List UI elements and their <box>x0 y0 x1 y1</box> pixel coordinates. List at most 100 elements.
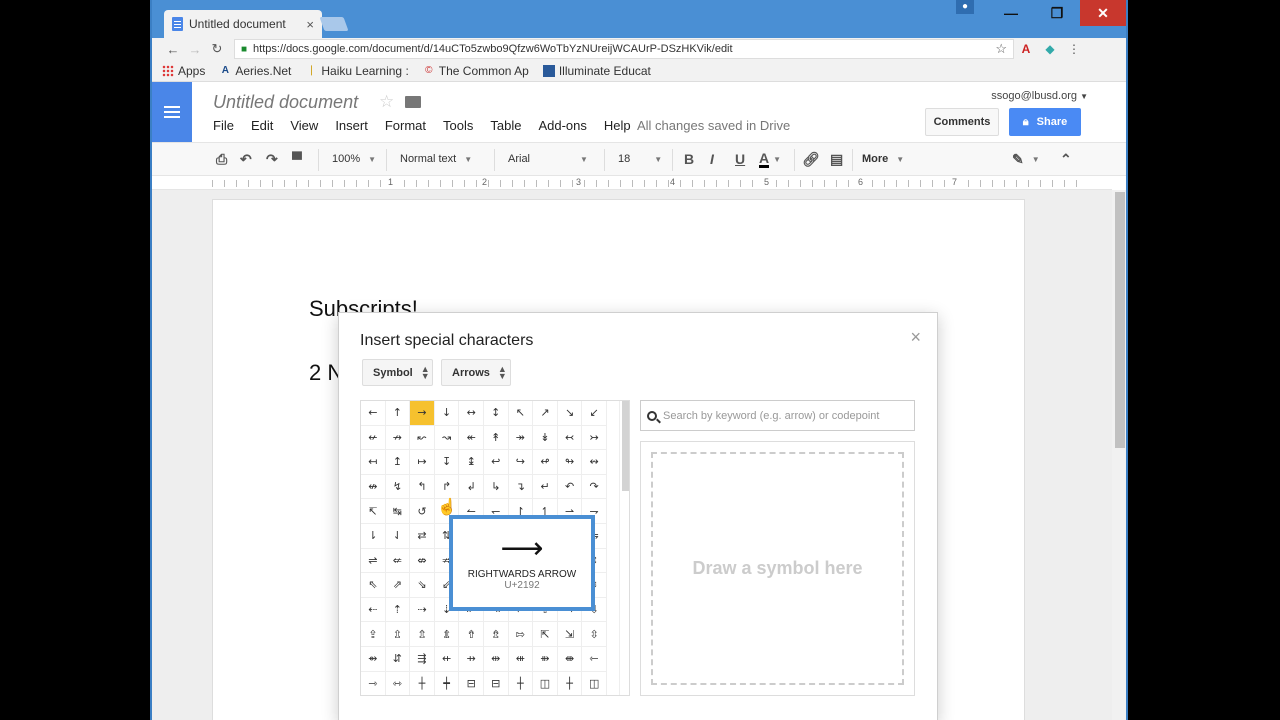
character-cell[interactable]: ↭ <box>582 450 607 475</box>
character-cell[interactable]: ⇘ <box>410 573 435 598</box>
character-cell[interactable]: ⇰ <box>508 622 534 647</box>
character-cell[interactable]: ↸ <box>361 499 386 524</box>
character-cell[interactable]: ⇷ <box>434 646 460 672</box>
menu-help[interactable]: Help <box>604 118 631 133</box>
character-cell[interactable]: ↛ <box>385 425 411 451</box>
print-icon[interactable]: ⎙ <box>216 143 227 175</box>
menu-format[interactable]: Format <box>385 118 426 133</box>
menu-view[interactable]: View <box>290 118 318 133</box>
character-cell[interactable]: ↱ <box>434 474 460 500</box>
reload-icon[interactable]: ↻ <box>206 41 228 57</box>
paint-format-icon[interactable]: ▀ <box>292 143 302 175</box>
pdf-extension-icon[interactable]: A <box>1014 42 1038 56</box>
character-cell[interactable]: ↨ <box>459 450 484 475</box>
character-cell[interactable]: ↬ <box>557 450 583 475</box>
character-cell[interactable]: ⇂ <box>361 523 386 549</box>
character-cell[interactable]: ⇴ <box>361 646 386 672</box>
character-cell[interactable]: ↖ <box>508 401 534 426</box>
character-cell[interactable]: ↚ <box>361 425 386 451</box>
character-cell[interactable]: ⇡ <box>385 597 411 623</box>
character-cell[interactable]: ⇠ <box>361 597 386 623</box>
italic-button[interactable]: I <box>710 143 714 175</box>
character-cell[interactable]: ↡ <box>533 425 558 451</box>
character-cell[interactable]: ↰ <box>410 474 435 500</box>
character-cell[interactable]: ↤ <box>361 450 386 475</box>
menu-file[interactable]: File <box>213 118 234 133</box>
character-cell[interactable]: ┼ <box>558 671 583 695</box>
character-cell[interactable]: ↝ <box>434 425 460 451</box>
character-cell[interactable]: ⇎ <box>410 548 435 574</box>
character-cell[interactable]: ↺ <box>410 499 435 524</box>
menu-insert[interactable]: Insert <box>335 118 368 133</box>
folder-icon[interactable] <box>405 96 421 108</box>
comments-button[interactable]: Comments <box>925 108 999 136</box>
character-cell[interactable]: ⇢ <box>410 597 435 623</box>
menu-table[interactable]: Table <box>490 118 521 133</box>
character-cell[interactable]: ↷ <box>582 474 607 500</box>
character-cell[interactable]: ↢ <box>557 425 583 451</box>
character-cell[interactable]: ⇲ <box>557 622 583 647</box>
menu-edit[interactable]: Edit <box>251 118 273 133</box>
character-cell[interactable]: ↪ <box>508 450 534 475</box>
underline-button[interactable]: U <box>735 143 745 175</box>
character-cell[interactable]: ↗ <box>533 401 558 426</box>
link-icon[interactable]: 🔗︎ <box>802 143 820 175</box>
character-cell[interactable]: ↙ <box>582 401 607 426</box>
character-cell[interactable]: ⇳ <box>582 622 607 647</box>
text-color-button[interactable]: A ▼ <box>759 143 781 175</box>
more-button[interactable]: More ▼ <box>862 143 904 175</box>
character-cell[interactable]: ↶ <box>557 474 583 500</box>
character-cell[interactable]: ↕ <box>483 401 509 426</box>
character-cell[interactable]: ↵ <box>533 474 558 500</box>
character-cell[interactable]: ↠ <box>508 425 534 451</box>
character-cell[interactable]: ↓ <box>434 401 460 426</box>
collapse-icon[interactable]: ⌃ <box>1060 143 1072 175</box>
character-cell[interactable]: ↔ <box>459 401 484 426</box>
character-cell[interactable]: ↦ <box>410 450 435 475</box>
document-title[interactable]: Untitled document <box>213 92 358 113</box>
character-cell[interactable]: ⊟ <box>459 671 484 695</box>
docs-logo-icon[interactable] <box>152 82 192 142</box>
character-cell[interactable]: ← <box>361 401 386 426</box>
character-cell[interactable]: ⇵ <box>385 646 411 672</box>
character-cell[interactable]: ↫ <box>533 450 558 475</box>
character-cell[interactable]: ⇾ <box>361 671 386 695</box>
bold-button[interactable]: B <box>684 143 694 175</box>
category-dropdown[interactable]: Symbol ▲ ▼ <box>362 359 433 386</box>
account-menu[interactable]: ssogo@lbusd.org ▼ <box>991 90 1088 102</box>
tab-close-icon[interactable]: × <box>306 17 314 32</box>
scrollbar-thumb[interactable] <box>1115 192 1125 448</box>
back-icon[interactable]: ← <box>162 42 184 57</box>
undo-icon[interactable]: ↶ <box>240 143 252 175</box>
draw-symbol-area[interactable]: Draw a symbol here <box>640 441 915 696</box>
bookmark-illuminate[interactable]: Illuminate Educat <box>542 64 651 78</box>
profile-icon[interactable]: ● <box>956 0 974 14</box>
address-bar[interactable]: ■ https://docs.google.com/document/d/14u… <box>234 39 1014 59</box>
bookmark-star-icon[interactable]: ☆ <box>995 41 1007 57</box>
character-cell[interactable]: ⇽ <box>582 646 607 672</box>
character-cell[interactable]: ⇸ <box>459 646 484 672</box>
character-cell[interactable]: → <box>410 401 435 426</box>
character-cell[interactable]: ┼ <box>410 671 435 695</box>
character-cell[interactable]: ↘ <box>557 401 583 426</box>
forward-icon[interactable]: → <box>184 42 206 57</box>
character-cell[interactable]: ⇿ <box>386 671 411 695</box>
character-cell[interactable]: ↮ <box>361 474 386 500</box>
character-cell[interactable]: ↴ <box>508 474 534 500</box>
scrollbar-thumb[interactable] <box>622 401 629 491</box>
redo-icon[interactable]: ↷ <box>266 143 278 175</box>
character-cell[interactable]: ⇮ <box>459 622 484 647</box>
character-cell[interactable]: ↧ <box>434 450 460 475</box>
comment-icon[interactable]: ▤ <box>830 143 843 175</box>
bookmark-haiku[interactable]: ❘ Haiku Learning : <box>305 64 409 78</box>
character-cell[interactable]: ⇹ <box>483 646 509 672</box>
character-cell[interactable]: ⇭ <box>434 622 460 647</box>
character-cell[interactable]: ┿ <box>435 671 460 695</box>
character-cell[interactable]: ⊟ <box>484 671 509 695</box>
font-size-select[interactable]: 18 ▼ <box>618 143 662 175</box>
character-cell[interactable]: ↜ <box>410 425 435 451</box>
character-cell[interactable]: ↲ <box>459 474 484 500</box>
character-cell[interactable]: ◫ <box>582 671 607 695</box>
character-cell[interactable]: ⇻ <box>533 646 558 672</box>
close-icon[interactable]: × <box>910 327 921 348</box>
